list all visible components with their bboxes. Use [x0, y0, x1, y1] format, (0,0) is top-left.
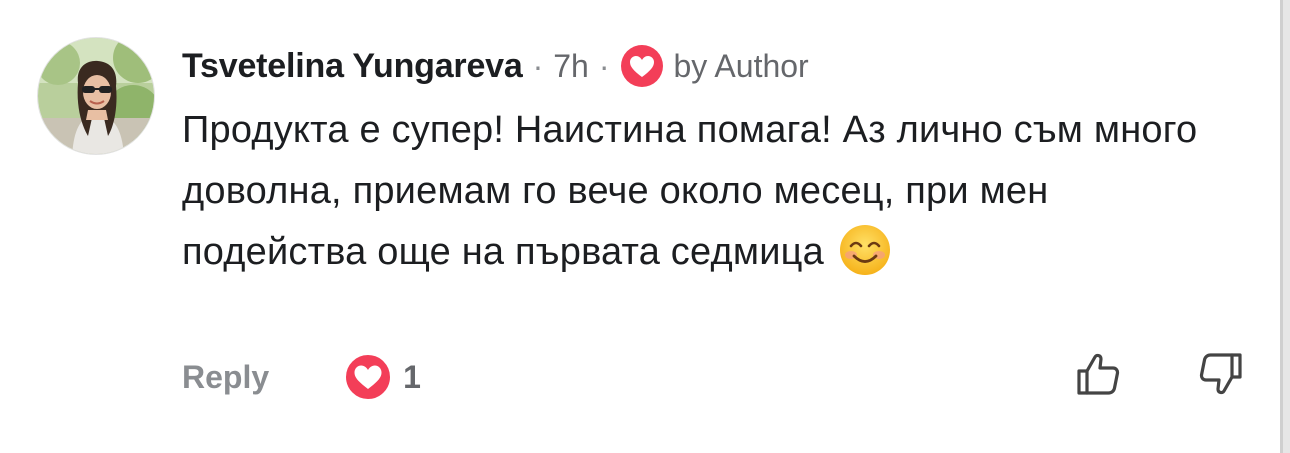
scrollbar[interactable]: [1280, 0, 1290, 453]
heart-icon: [620, 44, 664, 88]
comment-time[interactable]: 7h: [553, 48, 589, 85]
love-reaction-icon: [343, 352, 393, 402]
thumbs-up-icon[interactable]: [1074, 349, 1124, 399]
author-name[interactable]: Tsvetelina Yungareva: [182, 47, 523, 86]
comment-body: Продукта е супер! Наистина помага! Аз ли…: [182, 100, 1242, 283]
reply-button[interactable]: Reply: [182, 359, 269, 396]
reaction-count: 1: [403, 358, 421, 395]
avatar-photo: [38, 38, 154, 154]
reactions-summary[interactable]: 1: [343, 352, 421, 402]
comment-text: Продукта е супер! Наистина помага! Аз ли…: [182, 109, 1198, 273]
smiling-face-icon: [839, 224, 891, 276]
scrollbar-track: [1280, 0, 1283, 453]
separator-dot: ·: [532, 47, 544, 84]
avatar[interactable]: [37, 37, 155, 155]
thumbs-down-icon[interactable]: [1195, 349, 1245, 399]
liked-by-author-label: by Author: [673, 47, 809, 84]
separator-dot-2: ·: [598, 47, 610, 84]
